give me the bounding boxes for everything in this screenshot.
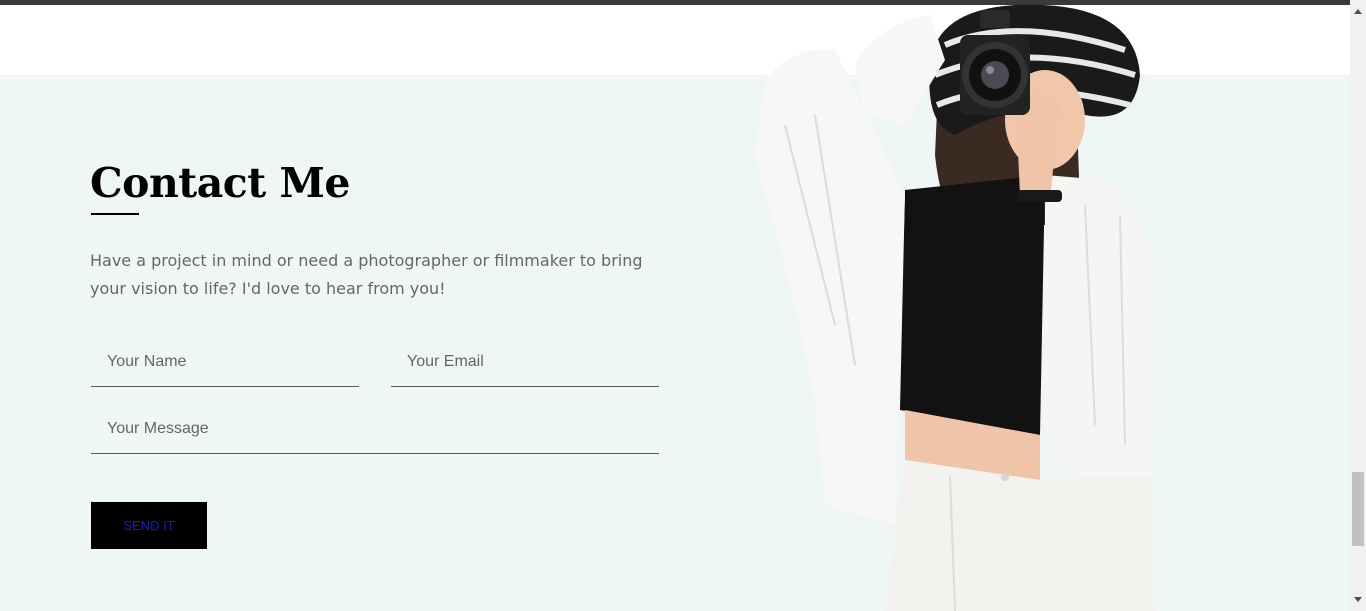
message-field[interactable] xyxy=(91,404,659,454)
name-field[interactable] xyxy=(91,337,359,387)
page-scrollbar[interactable] xyxy=(1350,0,1366,611)
send-button[interactable]: SEND IT xyxy=(91,502,207,549)
heading-underline xyxy=(91,213,139,215)
scroll-up-icon[interactable] xyxy=(1354,9,1362,14)
scrollbar-thumb[interactable] xyxy=(1352,472,1364,546)
photographer-image xyxy=(755,5,1155,611)
contact-heading: Contact Me xyxy=(90,159,350,207)
page-viewport: Contact Me Have a project in mind or nee… xyxy=(0,0,1366,611)
contact-intro: Have a project in mind or need a photogr… xyxy=(90,251,643,298)
message-input[interactable] xyxy=(107,404,655,454)
scroll-down-icon[interactable] xyxy=(1354,597,1362,602)
email-input[interactable] xyxy=(407,337,655,387)
name-input[interactable] xyxy=(107,337,355,387)
email-field[interactable] xyxy=(391,337,659,387)
